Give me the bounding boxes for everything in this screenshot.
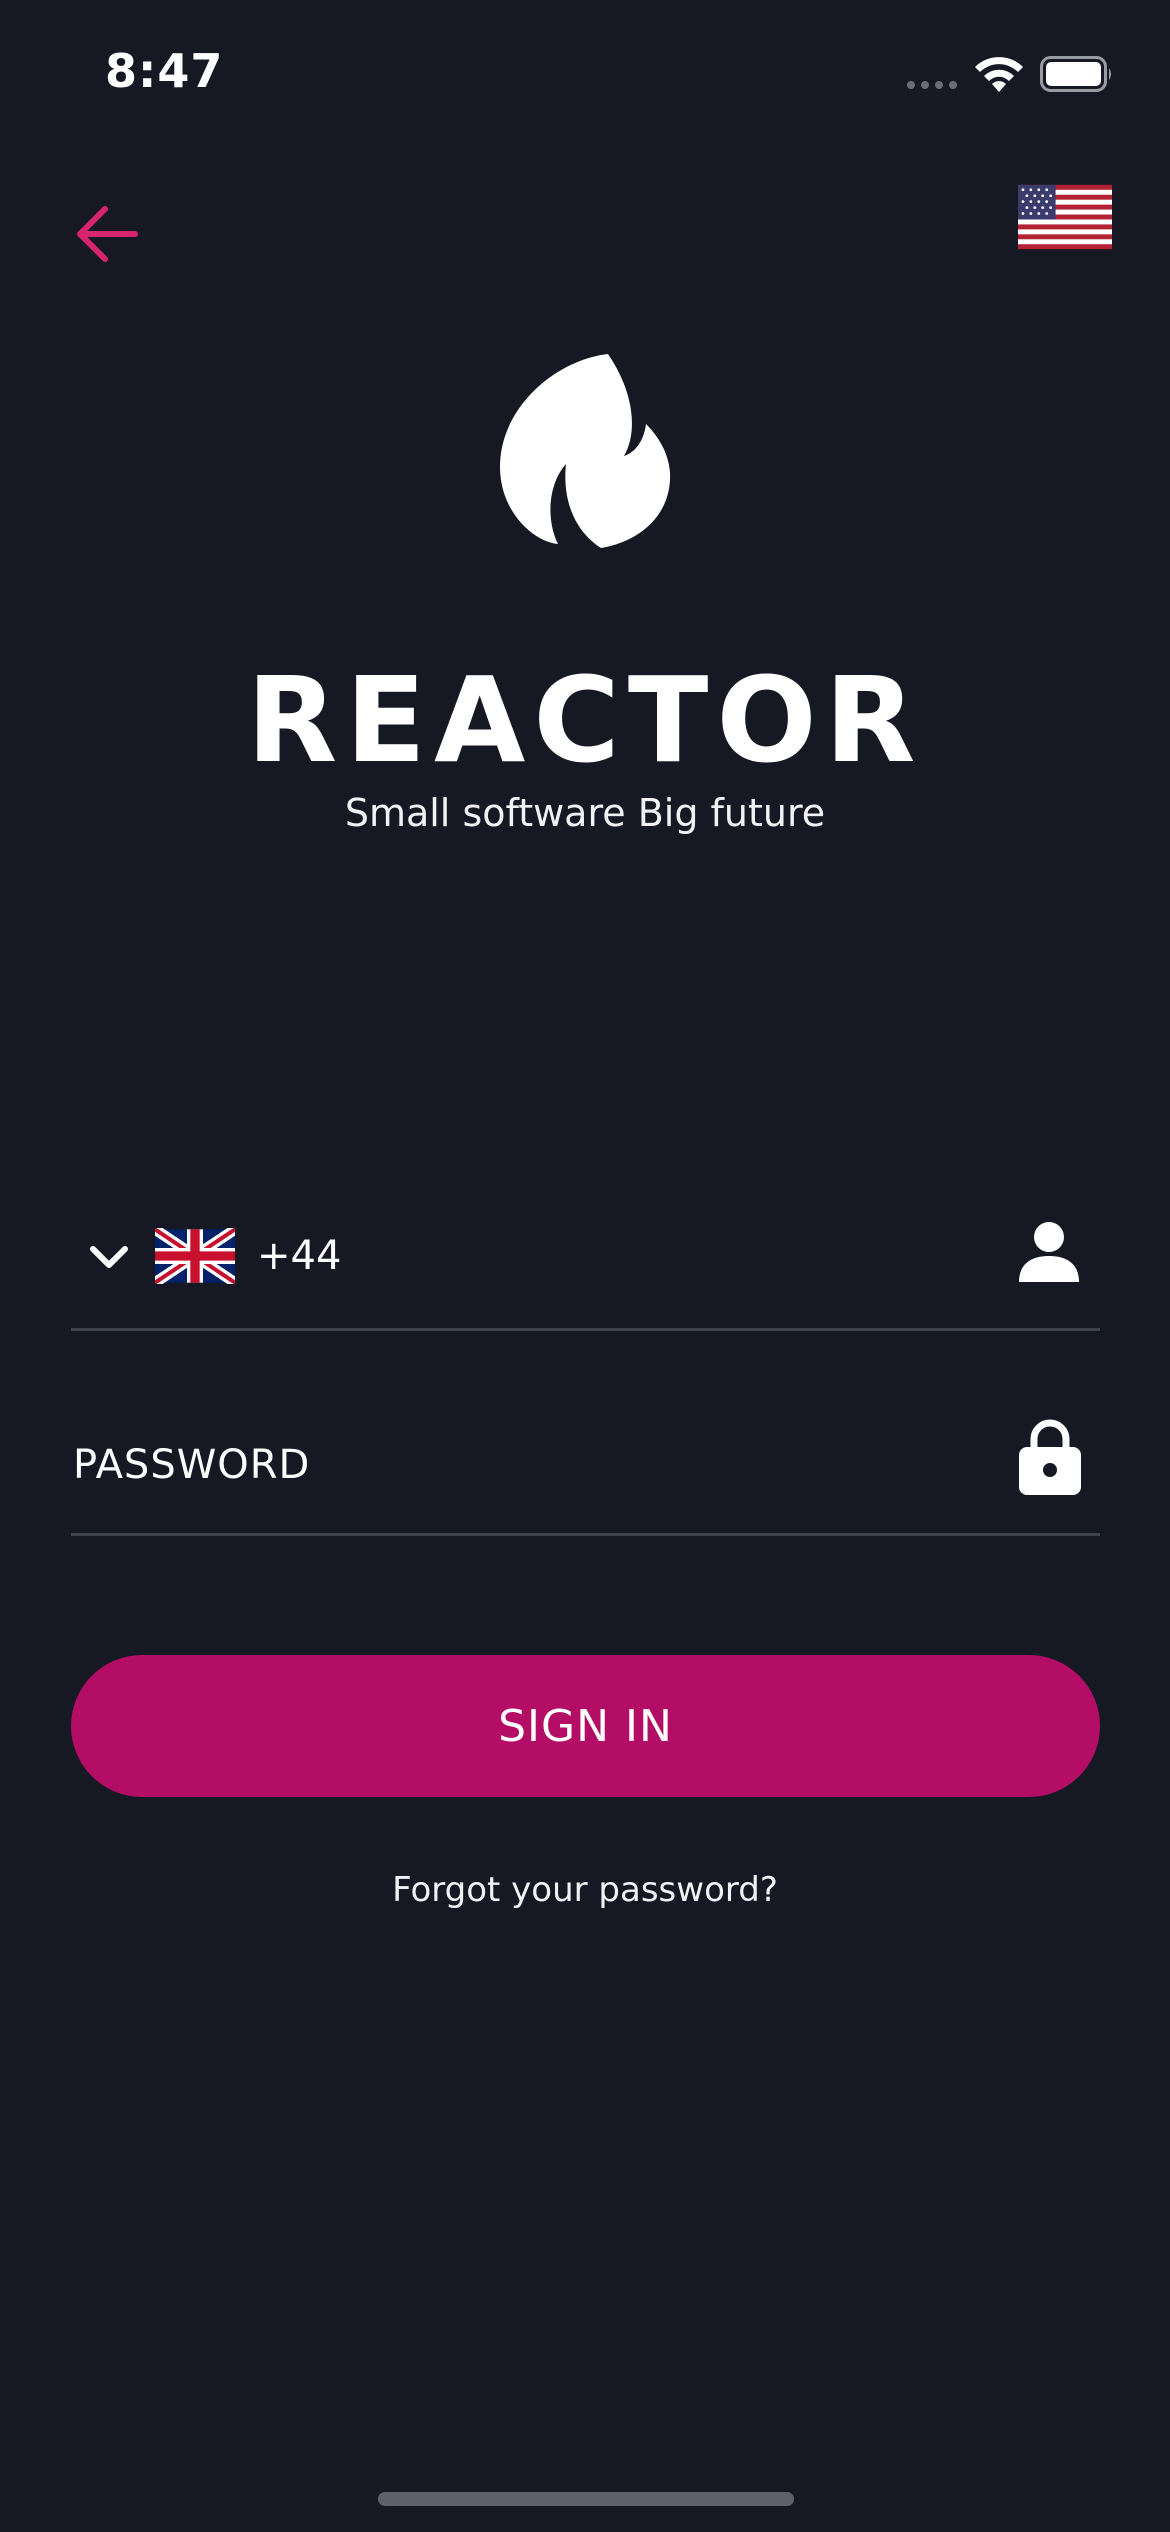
password-input[interactable] <box>71 1429 975 1501</box>
country-code: +44 <box>257 1233 342 1279</box>
password-field <box>71 1405 1100 1536</box>
home-indicator[interactable] <box>378 2492 794 2506</box>
login-screen: 8:47 REACTOR Small software Big future +… <box>0 0 1170 2532</box>
battery-icon <box>1040 56 1111 92</box>
user-icon <box>1019 1222 1079 1282</box>
status-time: 8:47 <box>105 44 224 98</box>
app-title: REACTOR <box>246 651 924 789</box>
us-flag-icon[interactable] <box>1018 184 1112 250</box>
signal-dots-icon <box>907 81 957 89</box>
uk-flag-icon[interactable] <box>155 1228 235 1284</box>
phone-input[interactable] <box>341 1222 965 1294</box>
wifi-icon <box>975 57 1023 92</box>
chevron-down-icon[interactable] <box>87 1242 131 1272</box>
app-tagline: Small software Big future <box>344 791 826 835</box>
flame-icon <box>500 354 671 548</box>
back-button[interactable] <box>62 190 150 278</box>
lock-icon <box>1019 1419 1081 1495</box>
sign-in-button[interactable]: SIGN IN <box>71 1655 1100 1797</box>
phone-field: +44 <box>71 1200 1100 1331</box>
forgot-password-link[interactable]: Forgot your password? <box>0 1866 1170 1914</box>
arrow-left-icon <box>77 206 138 262</box>
